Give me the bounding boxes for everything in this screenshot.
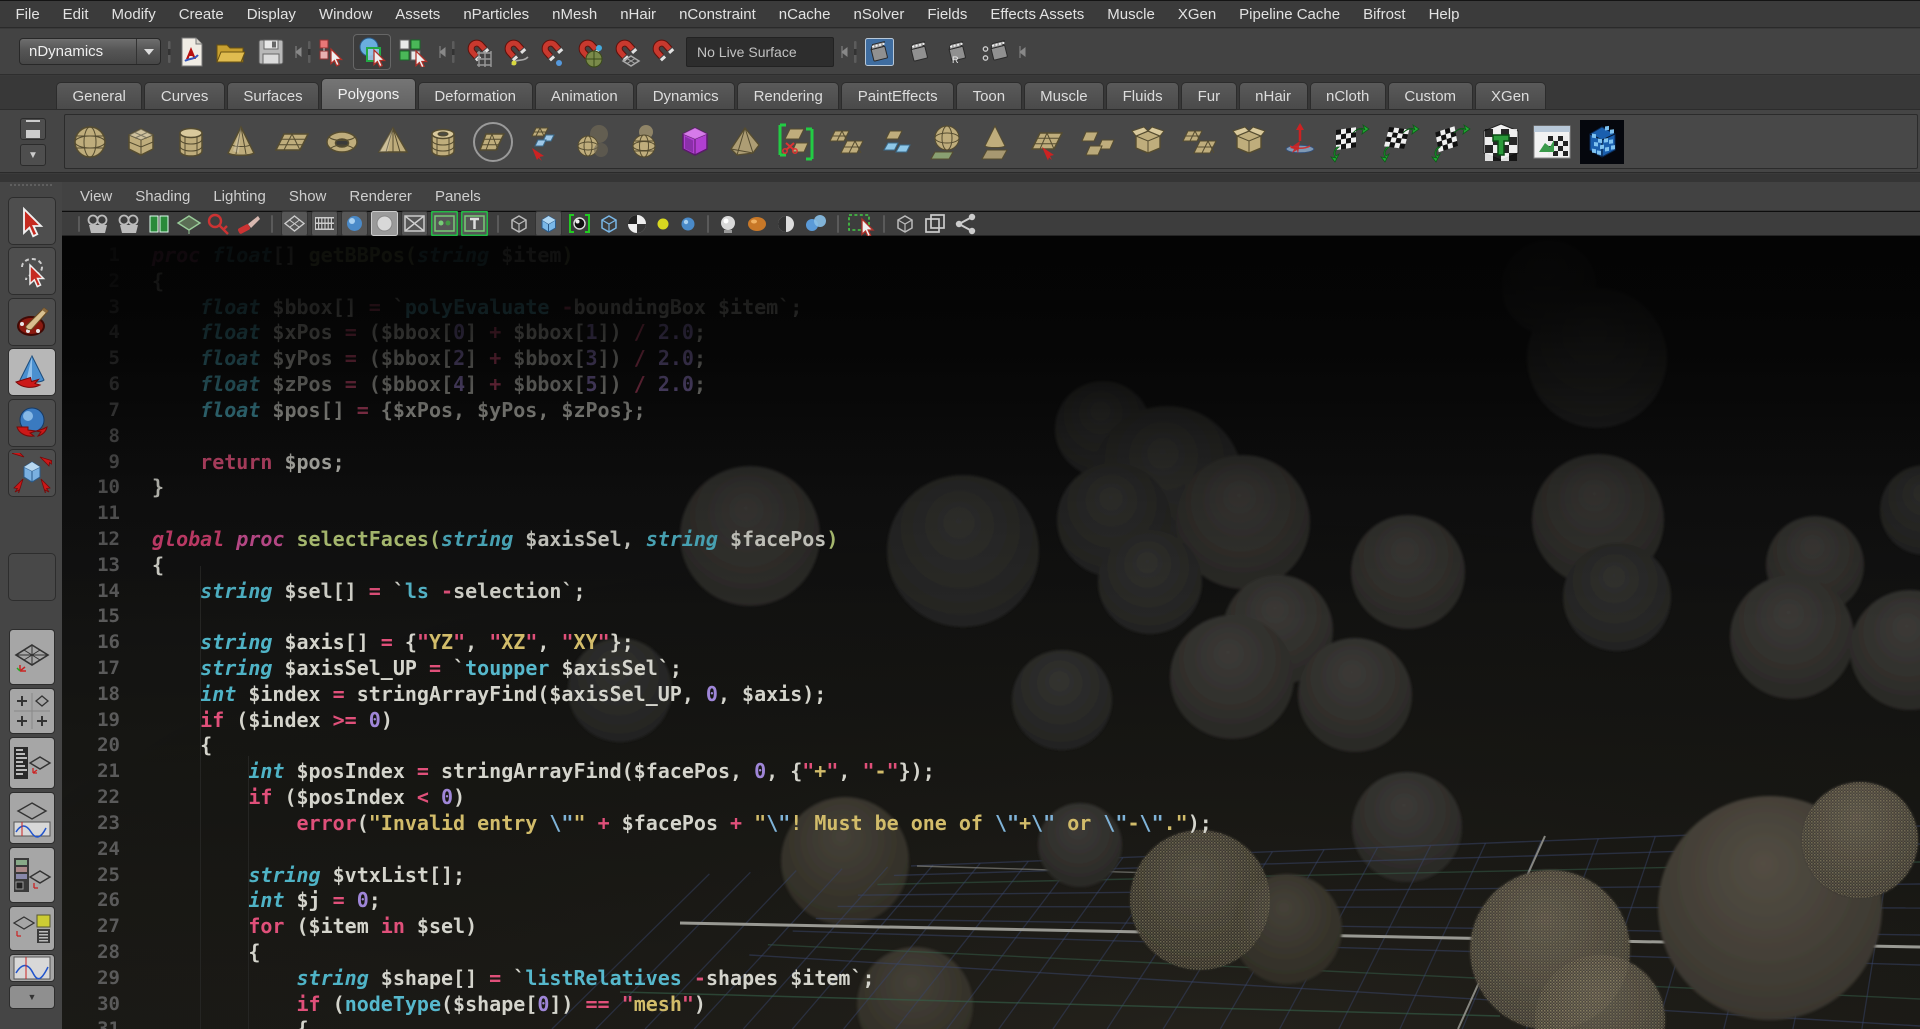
svg-text:R: R: [952, 55, 959, 65]
